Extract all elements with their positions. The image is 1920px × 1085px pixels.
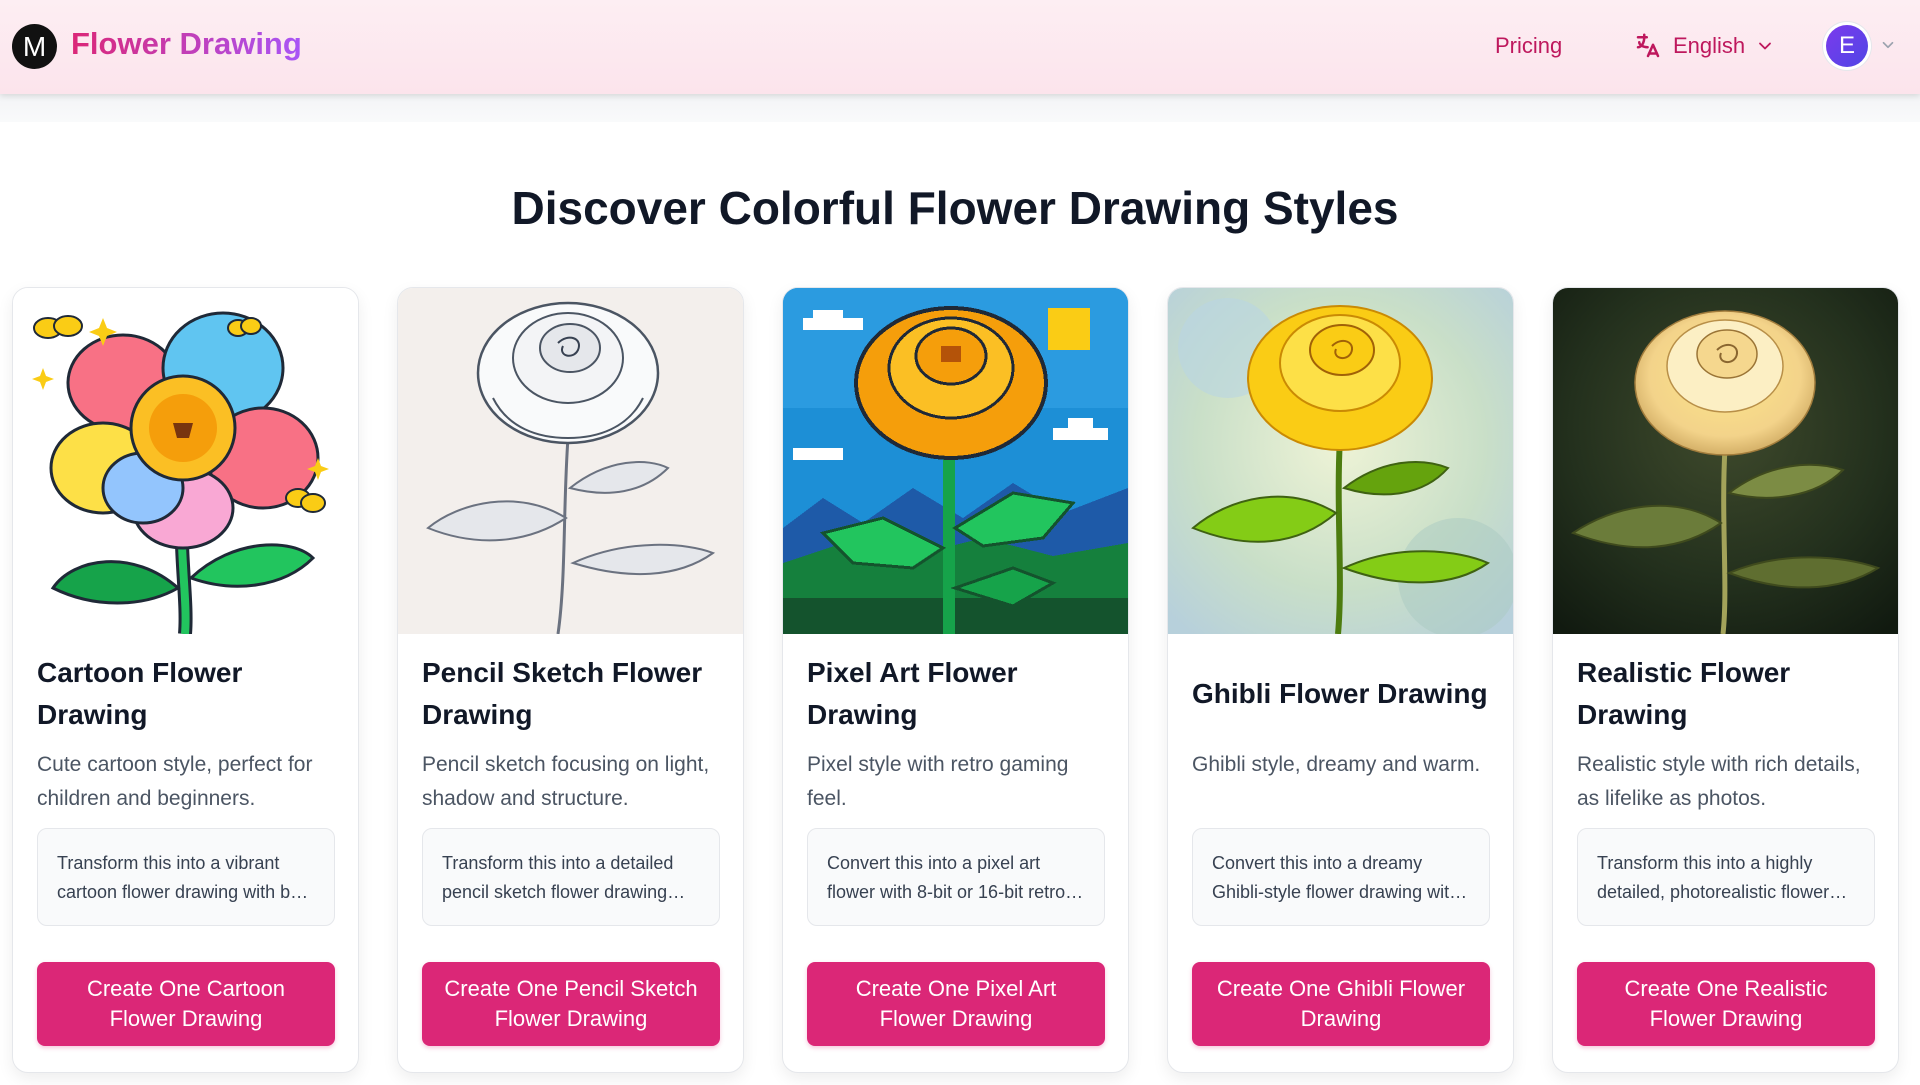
chevron-down-icon [1759,42,1772,50]
avatar-letter: E [1838,32,1855,59]
chevron-down-icon[interactable] [1879,36,1897,54]
prompt-preview: Convert this into a pixel art flower wit… [807,828,1105,926]
prompt-text: Convert this into a dreamy Ghibli-style … [1212,853,1460,902]
card-title: Pixel Art Flower Drawing [807,657,1018,730]
create-pencil-button[interactable]: Create One Pencil Sketch Flower Drawing [422,962,720,1046]
style-card-pencil: Pencil Sketch Flower Drawing Pencil sket… [397,287,744,1073]
card-description: Pixel style with retro gaming feel. [807,753,1069,810]
prompt-preview: Transform this into a vibrant cartoon fl… [37,828,335,926]
prompt-text: Transform this into a detailed pencil sk… [442,853,674,902]
header-shadow-band [0,94,1920,122]
create-cartoon-button[interactable]: Create One Cartoon Flower Drawing [37,962,335,1046]
pixel-art-rose-image [783,288,1128,634]
prompt-preview: Transform this into a detailed pencil sk… [422,828,720,926]
card-description: Pencil sketch focusing on light, shadow … [422,753,710,810]
card-description: Cute cartoon style, perfect for children… [37,753,313,810]
prompt-text: Transform this into a vibrant cartoon fl… [57,853,315,902]
prompt-preview: Convert this into a dreamy Ghibli-style … [1192,828,1490,926]
prompt-text: Convert this into a pixel art flower wit… [827,853,1066,902]
style-card-cartoon: Cartoon Flower Drawing Cute cartoon styl… [12,287,359,1073]
logo-letter: M [22,30,47,62]
prompt-text: Transform this into a highly detailed, p… [1597,853,1830,902]
language-label: English [1673,33,1746,58]
realistic-rose-image [1553,288,1898,634]
card-description: Ghibli style, dreamy and warm. [1192,753,1481,776]
card-title: Ghibli Flower Drawing [1192,678,1488,709]
style-card-pixel-art: Pixel Art Flower Drawing Pixel style wit… [782,287,1129,1073]
translate-icon [1636,33,1660,58]
language-selector[interactable]: English [1633,28,1775,64]
ghibli-rose-image [1168,288,1513,634]
style-card-ghibli: Ghibli Flower Drawing Ghibli style, drea… [1167,287,1514,1073]
logo-icon[interactable]: M [12,24,57,69]
prompt-preview: Transform this into a highly detailed, p… [1577,828,1875,926]
brand-name[interactable]: Flower Drawing [71,26,302,62]
section-title: Discover Colorful Flower Drawing Styles [511,182,1399,234]
card-description: Realistic style with rich details, as li… [1577,753,1861,810]
create-ghibli-button[interactable]: Create One Ghibli Flower Drawing [1192,962,1490,1046]
create-pixel-art-button[interactable]: Create One Pixel Art Flower Drawing [807,962,1105,1046]
style-card-realistic: Realistic Flower Drawing Realistic style… [1552,287,1899,1073]
cartoon-flower-image [13,288,358,634]
top-navbar: M Flower Drawing Pricing English E [0,0,1920,94]
card-title: Realistic Flower Drawing [1577,657,1791,730]
user-avatar[interactable]: E [1826,25,1868,67]
card-title: Cartoon Flower Drawing [37,657,243,730]
card-title: Pencil Sketch Flower Drawing [422,657,703,730]
nav-pricing-link[interactable]: Pricing [1495,33,1562,59]
create-realistic-button[interactable]: Create One Realistic Flower Drawing [1577,962,1875,1046]
pencil-sketch-rose-image [398,288,743,634]
